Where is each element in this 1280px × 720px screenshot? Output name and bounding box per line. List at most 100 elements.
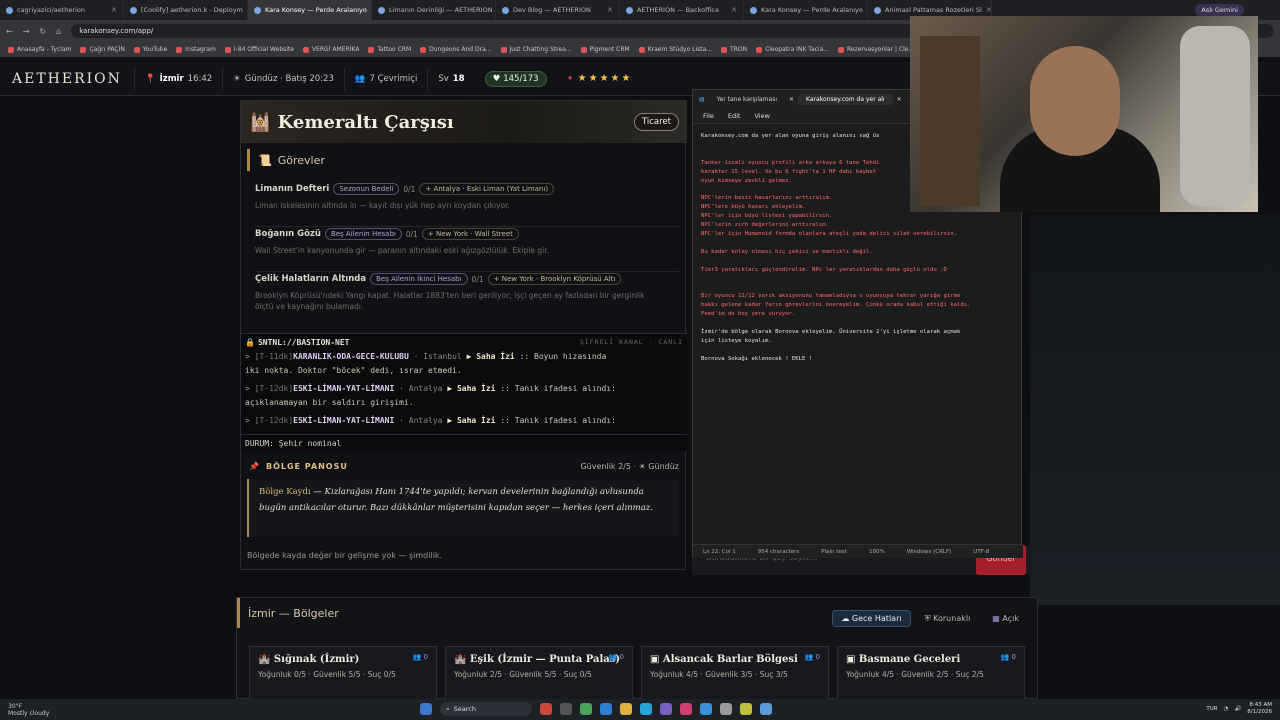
bookmark-item[interactable]: Anasayfa - Tyclam: [8, 46, 71, 53]
bookmark-item[interactable]: Tattoo CRM: [368, 46, 411, 53]
clock[interactable]: 8:43 AM 8/1/2026: [1247, 702, 1272, 716]
scroll-icon: 📜: [258, 153, 272, 167]
bookmark-label: TRON: [730, 46, 748, 53]
browser-tab[interactable]: Kara Konsey — Perde Aralanıyo✕: [744, 0, 868, 20]
region-name: 🏰 Sığınak (İzmir): [258, 654, 360, 665]
chrome-icon[interactable]: [580, 703, 592, 715]
menu-edit[interactable]: Edit: [728, 112, 741, 120]
bookmark-label: Rezervasyonlar | Cle...: [847, 46, 915, 53]
notepad-line: [701, 283, 1015, 292]
task-name: Boğanın Gözü: [255, 229, 321, 239]
home-icon[interactable]: ⌂: [56, 27, 61, 36]
close-icon[interactable]: ✕: [897, 96, 902, 103]
region-card[interactable]: 🏰 Sığınak (İzmir) 👥 0 Yoğunluk 0/5 · Güven…: [249, 646, 437, 702]
app-icon[interactable]: [740, 703, 752, 715]
bookmark-item[interactable]: Pigment CRM: [580, 46, 630, 53]
trade-button[interactable]: Ticaret: [633, 113, 679, 131]
browser-tab[interactable]: cagriyazici/aetherion ✕: [0, 0, 124, 20]
notepad-icon[interactable]: [760, 703, 772, 715]
bookmark-label: I-84 Official Website: [233, 46, 294, 53]
lock-icon: 🔒: [245, 337, 255, 347]
close-icon[interactable]: ✕: [986, 6, 991, 14]
app-icon[interactable]: [540, 703, 552, 715]
language-indicator[interactable]: TUR: [1206, 706, 1217, 712]
background-panel: [1030, 215, 1280, 605]
bookmark-item[interactable]: Rezervasyonlar | Cle...: [838, 46, 914, 53]
bookmark-label: Instagram: [185, 46, 216, 53]
back-icon[interactable]: ←: [6, 27, 13, 36]
task-name: Limanın Defteri: [255, 184, 330, 194]
browser-tab[interactable]: Dev Blog — AETHERION ✕: [496, 0, 620, 20]
tab-open[interactable]: ▦ Açık: [984, 611, 1027, 626]
taskbar-search[interactable]: ⌕ Search: [440, 702, 532, 716]
browser-tab-active[interactable]: Kara Konsey — Perde Aralanıyo✕: [248, 0, 372, 20]
browser-tab[interactable]: AETHERION — Backoffice ✕: [620, 0, 744, 20]
start-icon[interactable]: [420, 703, 432, 715]
wifi-icon[interactable]: ◔: [1224, 706, 1229, 712]
forward-icon[interactable]: →: [23, 27, 30, 36]
bookmark-item[interactable]: Kraem Stüdyo Lista...: [638, 46, 713, 53]
tab-night-lines[interactable]: ☁ Gece Hatları: [832, 610, 911, 627]
close-icon[interactable]: ✕: [111, 6, 117, 14]
weather-widget[interactable]: 30°F Mostly cloudy: [0, 703, 120, 717]
bookmark-item[interactable]: Çağrı PAÇİN: [80, 46, 125, 53]
bookmark-item[interactable]: Dungeons And Dra...: [420, 46, 492, 53]
app-icon[interactable]: [560, 703, 572, 715]
volume-icon[interactable]: 🔊: [1234, 706, 1241, 712]
task-item[interactable]: Çelik Halatların Altında Beş Ailenin İkin…: [255, 273, 679, 323]
region-card[interactable]: ▣ Basmane Geceleri 👥 0 Yoğunluk 4/5 · Güve…: [837, 646, 1025, 702]
bookmark-label: Kraem Stüdyo Lista...: [647, 46, 713, 53]
menu-view[interactable]: View: [754, 112, 769, 120]
edge-icon[interactable]: [600, 703, 612, 715]
clock-time: 8:43 AM: [1249, 702, 1272, 708]
bookmark-favicon-icon: [580, 46, 587, 53]
task-item[interactable]: Boğanın Gözü Beş Ailenin Hesabı 0/1 + New Y…: [255, 228, 679, 272]
close-icon[interactable]: ✕: [731, 6, 737, 14]
bookmark-item[interactable]: VERGİ AMERİKA: [302, 46, 359, 53]
app-icon[interactable]: [720, 703, 732, 715]
notepad-app-icon: ▤: [699, 95, 705, 103]
bookmark-item[interactable]: TRON: [721, 46, 747, 53]
reload-icon[interactable]: ↻: [39, 27, 46, 36]
task-location-badge[interactable]: + Antalya · Eski Liman (Yat Limanı): [419, 183, 555, 195]
menu-file[interactable]: File: [703, 112, 714, 120]
task-item[interactable]: Limanın Defteri Sezonun Bedeli 0/1 + Antaly…: [255, 183, 679, 227]
bookmark-item[interactable]: Cleopatra INK Tacia...: [756, 46, 829, 53]
location-panel: 🕍 Kemeraltı Çarşısı Ticaret 📜 Görevler Li…: [240, 100, 687, 570]
browser-profile-button[interactable]: Aslı Gemini: [1195, 4, 1244, 16]
url-text: karakonsey.com/app/: [79, 27, 154, 35]
notepad-tab-active[interactable]: Karakonsey.com da yer alı: [798, 93, 893, 105]
bookmark-item[interactable]: Just Chatting Strea...: [500, 46, 572, 53]
shield-icon: ⛨: [924, 613, 934, 623]
health-value: 145/173: [503, 73, 539, 84]
bookmark-item[interactable]: Instagram: [176, 46, 216, 53]
close-icon[interactable]: ✕: [607, 6, 613, 14]
app-icon[interactable]: [700, 703, 712, 715]
task-progress: 0/1: [405, 229, 418, 239]
task-name: Çelik Halatların Altında: [255, 274, 367, 284]
app-icon[interactable]: [660, 703, 672, 715]
bookmark-label: Just Chatting Strea...: [509, 46, 572, 53]
notepad-line: [701, 274, 1015, 283]
bookmark-item[interactable]: YouTube: [133, 46, 167, 53]
region-player-count: 👥 0: [804, 653, 820, 661]
browser-tab[interactable]: [Coolify] aetherion.k - Deploym✕: [124, 0, 248, 20]
browser-tab[interactable]: Limanın Derinliği — AETHERION✕: [372, 0, 496, 20]
tab-label: AETHERION — Backoffice: [637, 6, 719, 14]
region-record-text: — Kızlarağası Hanı 1744'te yapıldı; kerv…: [259, 487, 653, 513]
online-count[interactable]: 👥 7 Çevrimiçi: [343, 67, 427, 90]
notepad-tab[interactable]: Yer tane karşılaması: [709, 94, 785, 105]
close-icon[interactable]: ✕: [789, 96, 794, 103]
app-icon[interactable]: [640, 703, 652, 715]
bookmark-label: Çağrı PAÇİN: [89, 46, 125, 53]
system-tray: TUR ◔ 🔊 8:43 AM 8/1/2026: [1206, 702, 1272, 716]
app-icon[interactable]: [680, 703, 692, 715]
region-card[interactable]: ▣ Alsancak Barlar Bölgesi 👥 0 Yoğunluk 4/5…: [641, 646, 829, 702]
task-location-badge[interactable]: + New York · Brooklyn Köprüsü Altı: [487, 273, 622, 285]
region-card[interactable]: 🏰 Eşik (İzmir — Punta Palas) 👥 0 Yoğunluk …: [445, 646, 633, 702]
task-location-badge[interactable]: + New York · Wall Street: [421, 228, 519, 240]
bookmark-item[interactable]: I-84 Official Website: [224, 46, 294, 53]
game-logo[interactable]: AETHERION: [12, 71, 134, 87]
tab-protected[interactable]: ⛨ Korunaklı: [917, 611, 979, 627]
folder-icon[interactable]: [620, 703, 632, 715]
